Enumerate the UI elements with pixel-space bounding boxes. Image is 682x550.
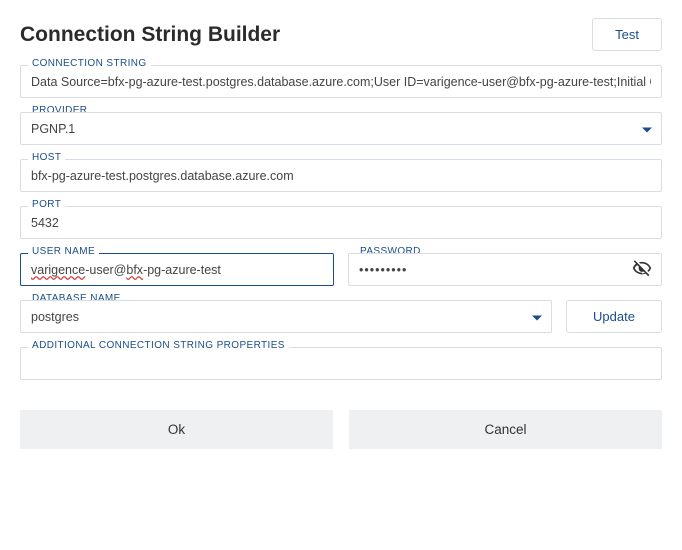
host-input[interactable] xyxy=(20,159,662,192)
additional-props-group: ADDITIONAL CONNECTION STRING PROPERTIES xyxy=(20,347,662,380)
password-input[interactable] xyxy=(348,253,662,286)
update-button[interactable]: Update xyxy=(566,300,662,333)
additional-props-input[interactable] xyxy=(20,347,662,380)
database-name-group: DATABASE NAME xyxy=(20,300,552,333)
provider-group: PROVIDER xyxy=(20,112,662,145)
user-name-input[interactable]: varigence-user@bfx-pg-azure-test xyxy=(20,253,334,286)
dialog-title: Connection String Builder xyxy=(20,23,280,47)
connection-string-group: CONNECTION STRING xyxy=(20,65,662,98)
connection-string-builder-dialog: Connection String Builder Test CONNECTIO… xyxy=(0,0,682,469)
host-label: HOST xyxy=(28,152,65,163)
port-input[interactable] xyxy=(20,206,662,239)
ok-button[interactable]: Ok xyxy=(20,410,333,449)
additional-props-label: ADDITIONAL CONNECTION STRING PROPERTIES xyxy=(28,340,289,351)
port-group: PORT xyxy=(20,206,662,239)
cancel-button[interactable]: Cancel xyxy=(349,410,662,449)
provider-select[interactable] xyxy=(20,112,662,145)
connection-string-input[interactable] xyxy=(20,65,662,98)
port-label: PORT xyxy=(28,199,65,210)
user-name-label: USER NAME xyxy=(28,246,99,257)
test-button[interactable]: Test xyxy=(592,18,662,51)
dialog-footer: Ok Cancel xyxy=(20,410,662,449)
connection-string-label: CONNECTION STRING xyxy=(28,58,151,69)
eye-off-icon[interactable] xyxy=(632,258,652,281)
password-group: PASSWORD xyxy=(348,253,662,286)
database-name-select[interactable] xyxy=(20,300,552,333)
user-name-group: USER NAME varigence-user@bfx-pg-azure-te… xyxy=(20,253,334,286)
dialog-header: Connection String Builder Test xyxy=(20,18,662,51)
host-group: HOST xyxy=(20,159,662,192)
